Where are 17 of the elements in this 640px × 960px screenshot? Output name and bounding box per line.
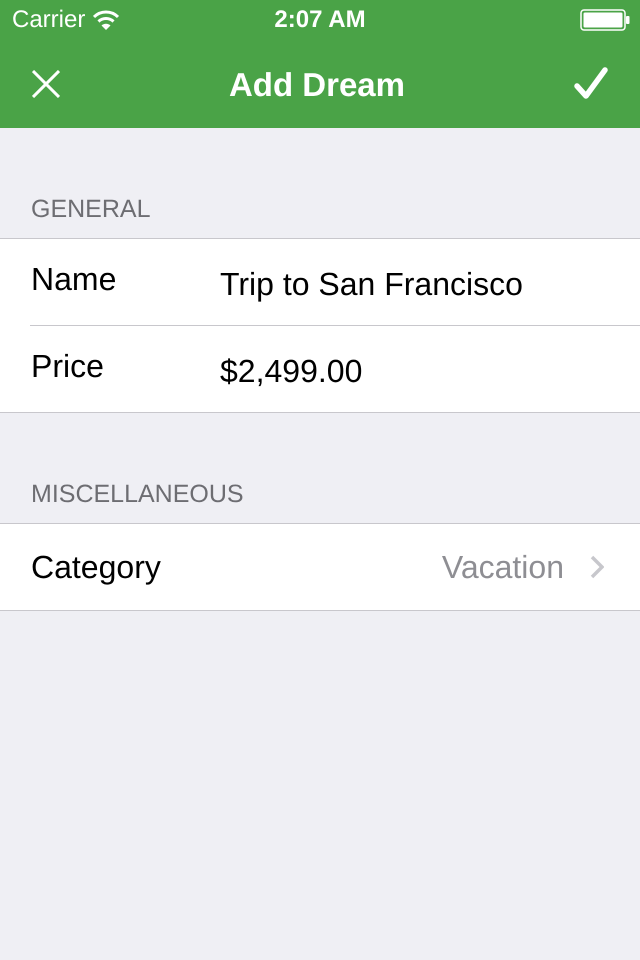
wifi-icon [93, 10, 120, 30]
close-icon [32, 70, 60, 98]
row-value: Vacation [442, 548, 564, 586]
text-field[interactable]: Trip to San Francisco [220, 264, 630, 304]
chevron-icon [590, 555, 604, 579]
field-label: Name [31, 260, 118, 298]
disclosure-row[interactable]: Category Vacation [0, 524, 640, 610]
carrier-label: Carrier [12, 6, 86, 34]
battery-icon [580, 9, 630, 31]
section-header: GENERAL [31, 194, 150, 224]
field-label: Price [31, 347, 105, 385]
status-time: 2:07 AM [274, 6, 366, 34]
text-field[interactable]: $2,499.00 [220, 351, 630, 391]
section-header: MISCELLANEOUS [31, 479, 244, 509]
screen-title: Add Dream [228, 66, 406, 104]
checkmark-icon [574, 67, 608, 101]
row-label: Category [31, 548, 162, 586]
